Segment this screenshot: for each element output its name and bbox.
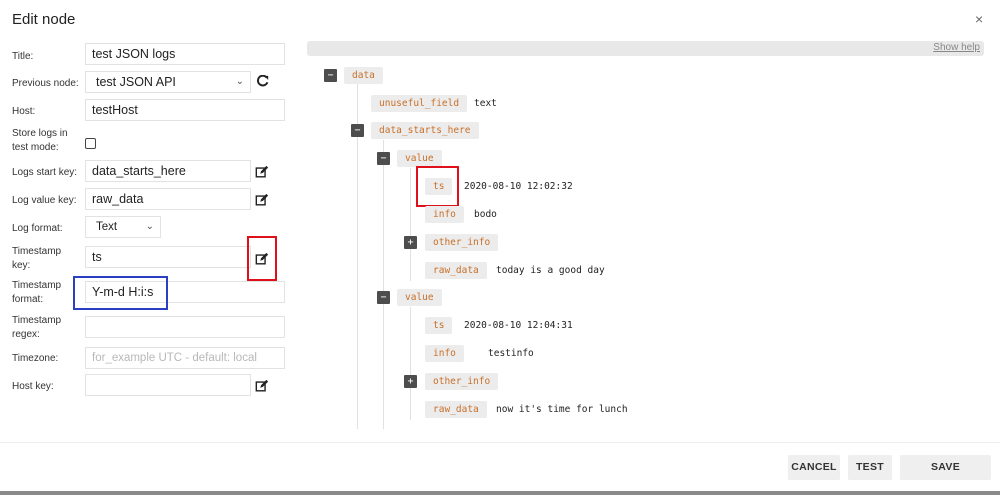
- tree-key[interactable]: other_info: [425, 234, 499, 251]
- log-value-key-label: Log value key:: [12, 195, 77, 206]
- timezone-input[interactable]: for_example UTC - default: local: [85, 347, 285, 369]
- tree-value: testinfo: [488, 348, 534, 359]
- log-format-label: Log format:: [12, 223, 63, 234]
- refresh-icon[interactable]: [256, 75, 269, 88]
- chevron-down-icon: ⌄: [235, 76, 244, 87]
- chevron-down-icon: ⌄: [145, 221, 154, 232]
- expand-toggle[interactable]: +: [404, 236, 417, 249]
- tree-value: 2020-08-10 12:02:32: [464, 181, 573, 192]
- save-button[interactable]: SAVE: [900, 455, 991, 480]
- logs-start-key-input[interactable]: data_starts_here: [85, 160, 251, 182]
- collapse-toggle[interactable]: −: [377, 152, 390, 165]
- tree-key[interactable]: raw_data: [425, 262, 487, 279]
- title-input[interactable]: test JSON logs: [85, 43, 285, 65]
- host-input[interactable]: testHost: [85, 99, 285, 121]
- edit-icon[interactable]: [255, 193, 269, 207]
- footer-divider: [0, 442, 1000, 443]
- highlight-box: [73, 276, 168, 310]
- tree-value: today is a good day: [496, 265, 605, 276]
- tree-key[interactable]: ts: [425, 317, 453, 334]
- store-logs-label: Store logs in test mode:: [12, 128, 68, 153]
- tree-guide: [410, 168, 411, 281]
- edit-icon[interactable]: [255, 165, 269, 179]
- tree-key[interactable]: unuseful_field: [371, 95, 468, 112]
- tree-value: 2020-08-10 12:04:31: [464, 320, 573, 331]
- collapse-toggle[interactable]: −: [377, 291, 390, 304]
- tree-key[interactable]: info: [425, 206, 464, 223]
- host-key-label: Host key:: [12, 381, 54, 392]
- log-value-key-input[interactable]: raw_data: [85, 188, 251, 210]
- timestamp-regex-input[interactable]: [85, 316, 285, 338]
- tree-key[interactable]: value: [397, 150, 442, 167]
- timestamp-regex-label: Timestamp regex:: [12, 315, 62, 340]
- tree-guide: [410, 307, 411, 420]
- bottom-edge: [0, 491, 1000, 495]
- tree-key[interactable]: other_info: [425, 373, 499, 390]
- tree-key[interactable]: data: [344, 67, 383, 84]
- tree-guide: [383, 140, 384, 429]
- collapse-toggle[interactable]: −: [351, 124, 364, 137]
- log-format-value: Text: [96, 221, 118, 233]
- timezone-label: Timezone:: [12, 353, 59, 364]
- tree-key[interactable]: raw_data: [425, 401, 487, 418]
- tree-value: text: [474, 98, 497, 109]
- logs-start-key-label: Logs start key:: [12, 167, 78, 178]
- help-bar: Show help: [307, 41, 984, 56]
- edit-icon[interactable]: [255, 379, 269, 393]
- timestamp-key-label: Timestamp key:: [12, 246, 62, 271]
- cancel-button[interactable]: CANCEL: [788, 455, 840, 480]
- tree-key[interactable]: info: [425, 345, 464, 362]
- log-format-select[interactable]: Text ⌄: [85, 216, 161, 238]
- previous-node-label: Previous node:: [12, 78, 79, 89]
- title-label: Title:: [12, 51, 34, 62]
- collapse-toggle[interactable]: −: [324, 69, 337, 82]
- tree-value: now it's time for lunch: [496, 404, 628, 415]
- tree-key[interactable]: data_starts_here: [371, 122, 479, 139]
- previous-node-select[interactable]: test JSON API ⌄: [85, 71, 251, 93]
- highlight-box: [416, 166, 459, 207]
- timestamp-key-input[interactable]: ts: [85, 246, 251, 268]
- host-key-input[interactable]: [85, 374, 251, 396]
- host-label: Host:: [12, 106, 36, 117]
- dialog-title: Edit node: [12, 11, 76, 28]
- close-icon[interactable]: ×: [975, 11, 983, 27]
- previous-node-value: test JSON API: [96, 75, 176, 89]
- edit-node-dialog: Edit node × Title: test JSON logs Previo…: [0, 0, 1000, 495]
- highlight-box: [247, 236, 277, 281]
- timestamp-format-label: Timestamp format:: [12, 280, 62, 305]
- show-help-link[interactable]: Show help: [933, 42, 980, 53]
- tree-key[interactable]: value: [397, 289, 442, 306]
- expand-toggle[interactable]: +: [404, 375, 417, 388]
- store-logs-checkbox[interactable]: [85, 138, 96, 149]
- test-button[interactable]: TEST: [848, 455, 892, 480]
- tree-value: bodo: [474, 209, 497, 220]
